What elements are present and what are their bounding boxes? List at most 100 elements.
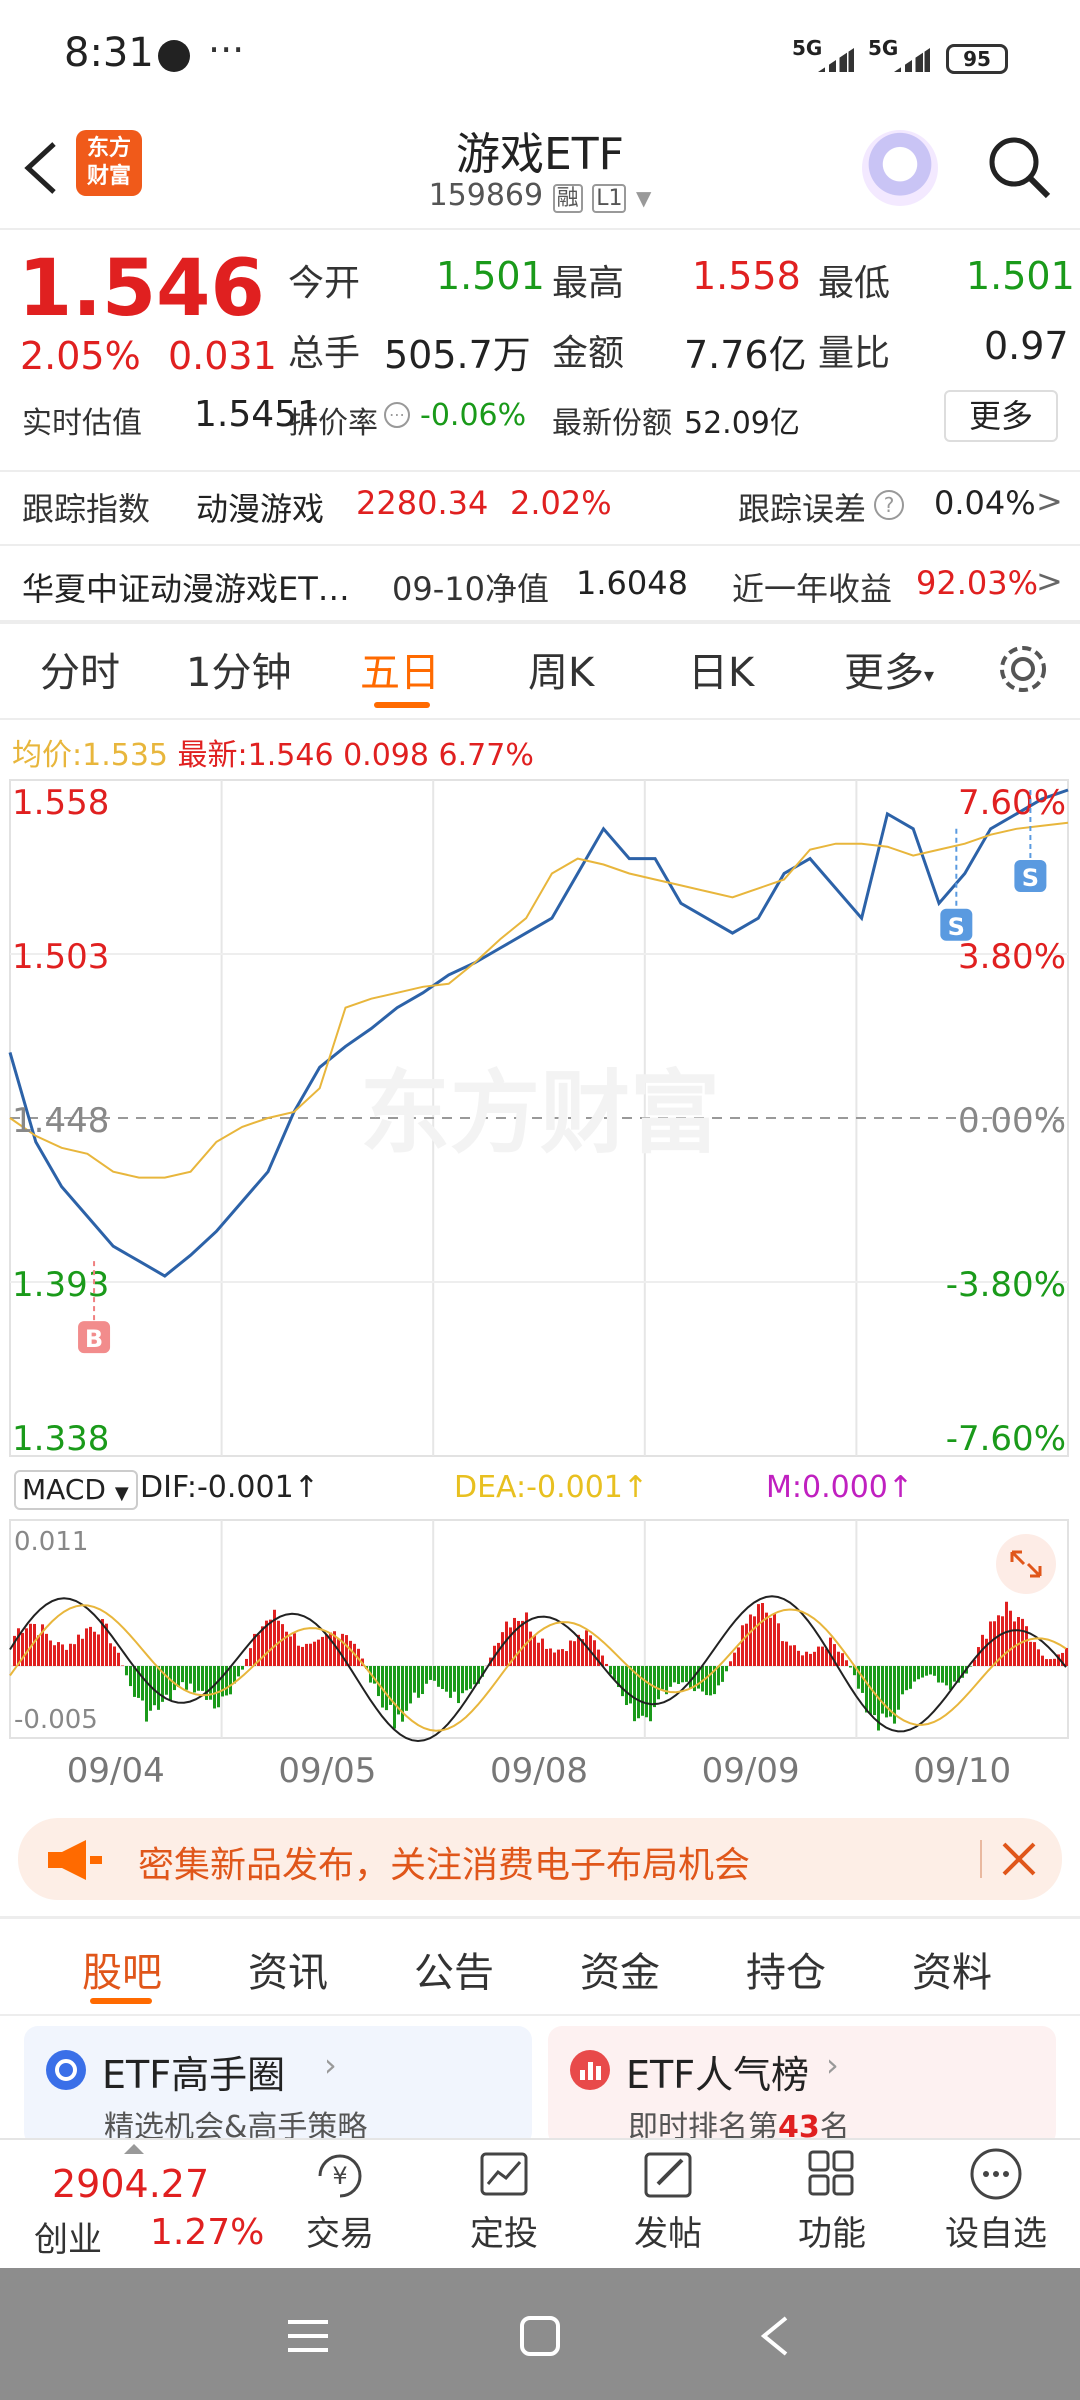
macd-bar (185, 1666, 188, 1690)
macd-bar (297, 1645, 300, 1666)
macd-bar (821, 1646, 824, 1666)
macd-bar (153, 1666, 156, 1706)
buy-marker-label: B (85, 1325, 103, 1353)
macd-bar (201, 1666, 204, 1691)
high-label: 最高 (552, 263, 625, 304)
menu-icon[interactable] (284, 2316, 332, 2356)
caret-up-icon[interactable] (124, 2144, 144, 2154)
macd-bar (809, 1653, 812, 1666)
nav-functions[interactable]: 功能 (762, 2146, 902, 2255)
tab-forum[interactable]: 股吧 (82, 1940, 162, 1998)
tab-capital[interactable]: 资金 (580, 1940, 660, 1998)
macd-bar (813, 1651, 816, 1666)
low-label: 最低 (818, 263, 891, 304)
avg-value: 1.535 (82, 738, 168, 773)
macd-selector[interactable]: MACD ▼ (14, 1470, 138, 1510)
info-icon[interactable]: ⋯ (384, 402, 410, 428)
index-value[interactable]: 2904.27 (52, 2162, 209, 2206)
macd-bar (25, 1628, 28, 1666)
back-nav-icon[interactable] (756, 2314, 792, 2358)
macd-bar (1013, 1621, 1016, 1666)
tab-profile[interactable]: 资料 (912, 1940, 992, 1998)
y-tick-right: -3.80% (946, 1265, 1066, 1305)
index-pct[interactable]: 1.27% (150, 2212, 264, 2253)
macd-bar (177, 1666, 180, 1687)
macd-bar (93, 1631, 96, 1666)
macd-bar (441, 1666, 444, 1690)
macd-bar (729, 1661, 732, 1666)
index-name[interactable]: 创业 (34, 2212, 102, 2261)
etf-expert-card[interactable]: ETF高手圈 › 精选机会&高手策略 (24, 2026, 532, 2146)
macd-bar (785, 1641, 788, 1666)
macd-bar (341, 1633, 344, 1666)
macd-bar (349, 1640, 352, 1666)
help-icon[interactable]: ? (874, 490, 904, 520)
nav-label: 交易 (306, 2214, 374, 2254)
tab-1min[interactable]: 1分钟 (186, 640, 291, 698)
macd-bar (305, 1643, 308, 1666)
price-pct: 2.05% (20, 334, 141, 378)
gear-icon[interactable] (994, 640, 1052, 698)
macd-bar (913, 1666, 916, 1682)
macd-bar (537, 1642, 540, 1666)
macd-bar (473, 1666, 476, 1685)
macd-bar (549, 1648, 552, 1666)
tab-weekly-k[interactable]: 周K (528, 640, 594, 698)
robot-avatar-icon[interactable] (862, 130, 938, 206)
close-icon[interactable] (1000, 1840, 1038, 1878)
macd-m: M:0.000↑ (766, 1470, 913, 1505)
open-label: 今开 (288, 263, 361, 304)
macd-bar (165, 1666, 168, 1695)
chart-info: 均价:1.535 最新:1.546 0.098 6.77% (12, 730, 534, 774)
tab-intraday[interactable]: 分时 (40, 640, 120, 698)
macd-bottom-label: -0.005 (14, 1705, 98, 1735)
expand-icon (996, 1534, 1056, 1594)
macd-bar (1041, 1655, 1044, 1666)
nav-post[interactable]: 发帖 (598, 2146, 738, 2255)
macd-bar (497, 1642, 500, 1666)
macd-bar (545, 1648, 548, 1666)
tab-holdings[interactable]: 持仓 (746, 1940, 826, 1998)
macd-bar (841, 1653, 844, 1666)
tab-announcements[interactable]: 公告 (414, 1940, 494, 1998)
notice-banner[interactable]: 密集新品发布，关注消费电子布局机会 (18, 1818, 1062, 1900)
macd-dea: DEA:-0.001↑ (454, 1470, 648, 1505)
nav-trade[interactable]: ¥ 交易 (270, 2146, 410, 2255)
macd-bar (885, 1666, 888, 1718)
tab-daily-k[interactable]: 日K (688, 640, 754, 698)
grid-apps-icon (808, 2150, 854, 2196)
last-label: 最新: (177, 738, 248, 773)
price-chart[interactable]: 东方财富1.5581.5031.4481.3931.3387.60%3.80%0… (0, 776, 1080, 1460)
macd-bar (881, 1666, 884, 1714)
tab-5day[interactable]: 五日 (360, 640, 440, 698)
more-button[interactable]: 更多 (944, 390, 1058, 442)
macd-bar (917, 1666, 920, 1680)
chevron-down-icon[interactable]: ▼ (636, 186, 651, 210)
watermark: 东方财富 (360, 1061, 720, 1166)
nav-add-watchlist[interactable]: 设自选 (926, 2146, 1066, 2255)
home-icon[interactable] (518, 2314, 562, 2358)
macd-bar (157, 1666, 160, 1710)
macd-bar (793, 1645, 796, 1666)
search-icon[interactable] (984, 132, 1054, 202)
tracking-index-pct: 2.02% (510, 484, 612, 522)
tab-news[interactable]: 资讯 (248, 1940, 328, 1998)
macd-bar (433, 1666, 436, 1681)
nav-invest[interactable]: 定投 (434, 2146, 574, 2255)
etf-popularity-card[interactable]: ETF人气榜 › 即时排名第43名 (548, 2026, 1056, 2146)
macd-bar (409, 1666, 412, 1704)
macd-bar (625, 1666, 628, 1706)
discount-value: -0.06% (420, 398, 527, 433)
macd-chart[interactable]: 0.011 -0.005 09/04 09/05 09/08 09/09 09/10 (0, 1516, 1080, 1796)
macd-bar (505, 1621, 508, 1666)
caret-down-icon: ▼ (114, 1483, 129, 1504)
macd-bar (293, 1633, 296, 1666)
macd-bar (741, 1625, 744, 1666)
macd-bar (721, 1666, 724, 1682)
macd-bar (765, 1612, 768, 1666)
sell-marker-label: S (948, 913, 965, 941)
volume-label: 总手 (288, 333, 361, 374)
macd-bar (777, 1623, 780, 1666)
tab-more[interactable]: 更多▾ (844, 640, 934, 698)
macd-bar (269, 1619, 272, 1666)
